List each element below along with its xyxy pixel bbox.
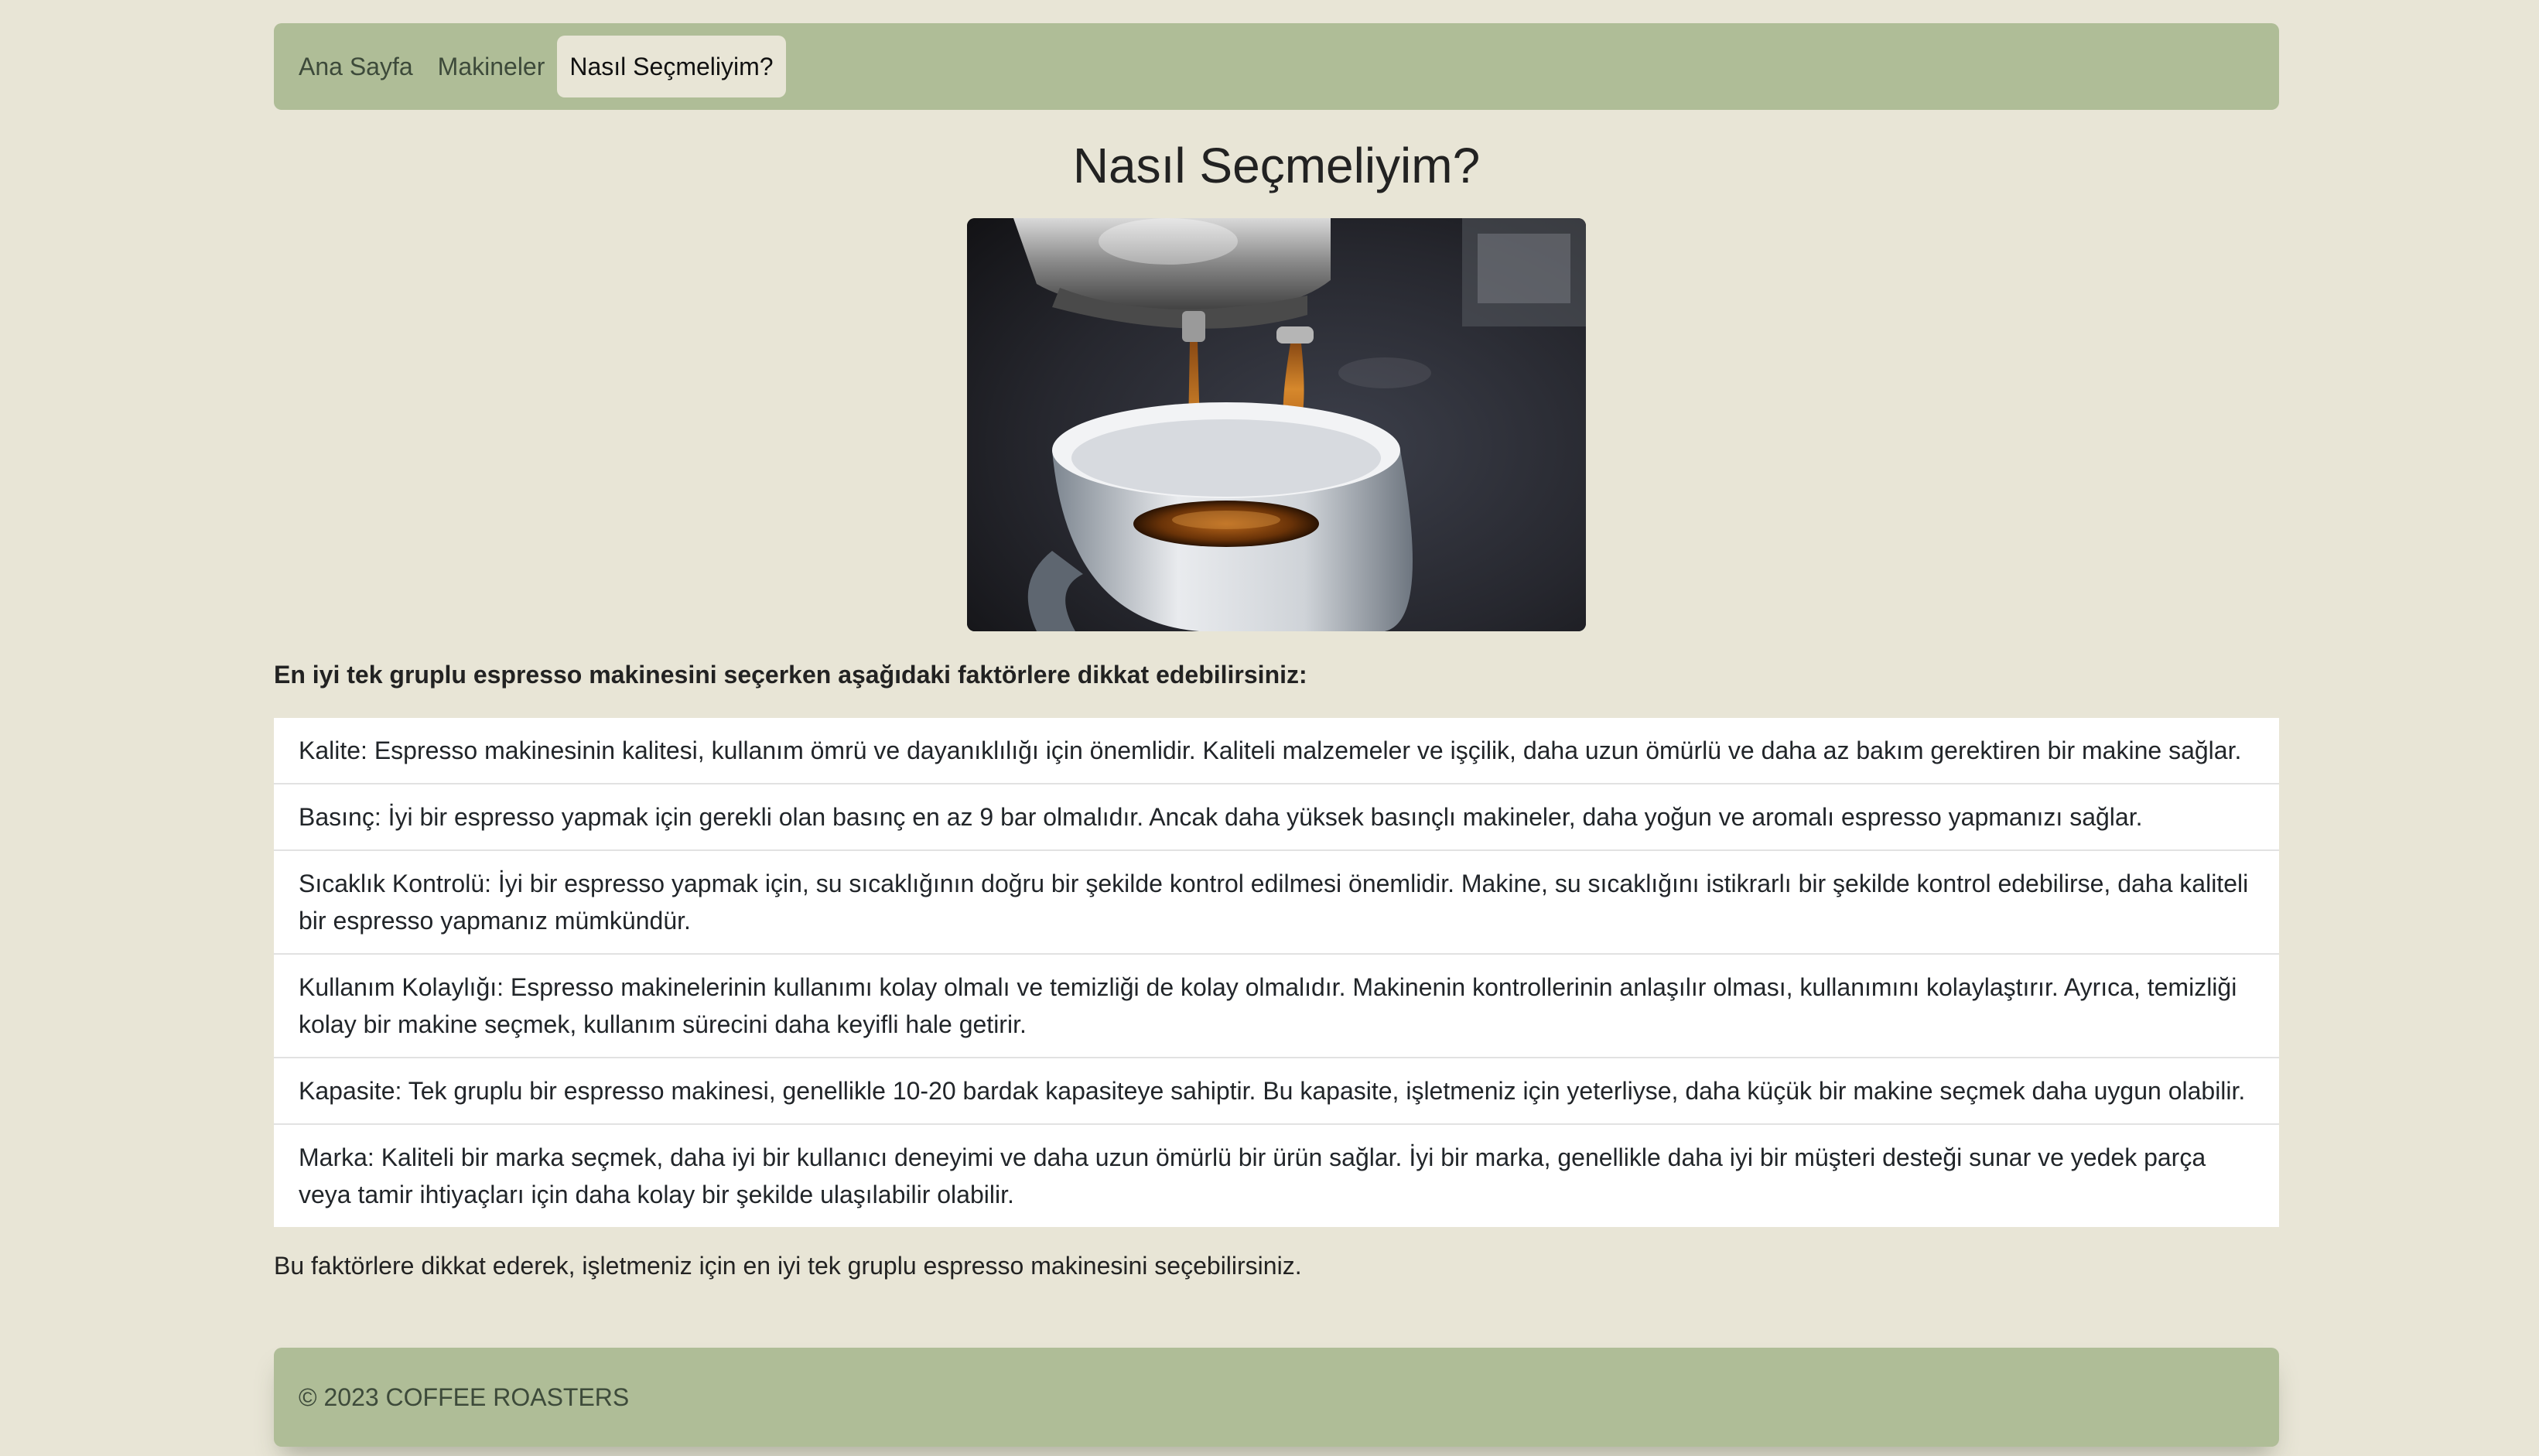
page-title: Nasıl Seçmeliyim?	[1072, 138, 1481, 193]
outro-text: Bu faktörlere dikkat ederek, işletmeniz …	[274, 1252, 1302, 1280]
nav-item-nasil-secmeliyim[interactable]: Nasıl Seçmeliyim?	[557, 36, 786, 97]
footer-copyright: © 2023 COFFEE ROASTERS	[299, 1383, 630, 1411]
espresso-hero-image	[967, 218, 1586, 631]
nav-item-makineler[interactable]: Makineler	[425, 36, 558, 97]
list-item: Kullanım Kolaylığı: Espresso makinelerin…	[274, 953, 2279, 1057]
navbar: Ana Sayfa Makineler Nasıl Seçmeliyim?	[274, 23, 2279, 110]
nav-item-ana-sayfa[interactable]: Ana Sayfa	[286, 36, 425, 97]
factor-list: Kalite: Espresso makinesinin kalitesi, k…	[274, 718, 2279, 1227]
list-item: Basınç: İyi bir espresso yapmak için ger…	[274, 783, 2279, 849]
list-item: Marka: Kaliteli bir marka seçmek, daha i…	[274, 1123, 2279, 1227]
list-item: Kalite: Espresso makinesinin kalitesi, k…	[299, 737, 2242, 764]
list-item: Sıcaklık Kontrolü: İyi bir espresso yapm…	[274, 849, 2279, 953]
footer: © 2023 COFFEE ROASTERS	[274, 1348, 2279, 1447]
intro-text: En iyi tek gruplu espresso makinesini se…	[274, 661, 1307, 689]
list-item: Kapasite: Tek gruplu bir espresso makine…	[274, 1057, 2279, 1123]
